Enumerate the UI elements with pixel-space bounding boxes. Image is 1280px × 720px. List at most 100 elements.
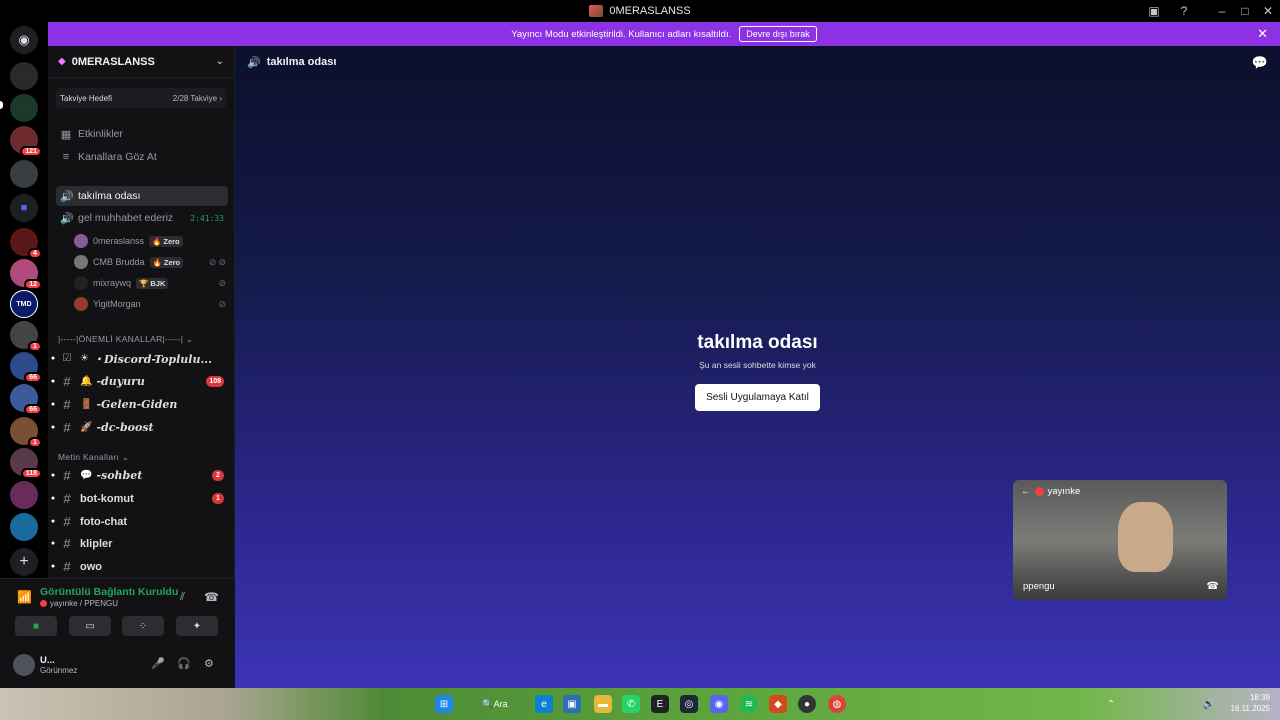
rules-icon: ☑ bbox=[62, 353, 72, 364]
inbox-icon[interactable]: ▣ bbox=[1146, 3, 1162, 19]
server-icon[interactable]: 118 bbox=[10, 448, 42, 479]
phone-hangup-icon[interactable]: ☎ bbox=[1207, 581, 1219, 592]
server-icon[interactable] bbox=[10, 160, 38, 188]
camera-button[interactable]: ■ bbox=[15, 616, 57, 636]
user-status: Görünmez bbox=[40, 666, 78, 675]
chevron-up-icon[interactable]: ⌃ bbox=[1102, 695, 1120, 713]
live-indicator-icon bbox=[1034, 487, 1044, 496]
streamer-video bbox=[1118, 502, 1173, 572]
voice-user[interactable]: mixraywq 🏆 BJK ⊘ bbox=[74, 273, 228, 293]
server-icon[interactable] bbox=[10, 94, 38, 122]
disable-streamer-mode-button[interactable]: Devre dışı bırak bbox=[739, 26, 817, 42]
server-icon[interactable]: 4 bbox=[10, 228, 42, 259]
microphone-icon[interactable]: 🎤 bbox=[151, 657, 165, 670]
headphones-icon[interactable]: 🎧 bbox=[177, 657, 191, 670]
user-tag: 🔥 Zero bbox=[149, 235, 183, 247]
taskbar-clock[interactable]: 18:39 16.11.2025 bbox=[1231, 692, 1270, 714]
join-voice-button[interactable]: Sesli Uygulamaya Katıl bbox=[695, 384, 820, 411]
channel-foto-chat[interactable]: ● # foto-chat bbox=[48, 511, 234, 532]
calendar-icon: ▦ bbox=[60, 128, 72, 141]
username[interactable]: U... bbox=[40, 655, 55, 666]
noise-suppression-icon[interactable]: ⫽ bbox=[180, 591, 185, 604]
mention-badge: 108 bbox=[206, 376, 224, 387]
boost-goal-bar[interactable]: Takviye Hedefi 2/28 Takviye › bbox=[56, 88, 226, 108]
channel-sohbet[interactable]: ● # 💬 -sohbet 2 bbox=[48, 465, 234, 486]
server-app-icon bbox=[589, 5, 604, 17]
server-icon[interactable] bbox=[10, 62, 38, 90]
screen-share-button[interactable]: ▭ bbox=[69, 616, 111, 636]
server-icon[interactable]: 66 bbox=[10, 384, 42, 415]
file-explorer-icon[interactable]: ▬ bbox=[594, 695, 612, 713]
events-link[interactable]: ▦ Etkinlikler bbox=[56, 124, 228, 144]
discord-taskbar-icon[interactable]: ◉ bbox=[710, 695, 728, 713]
user-panel: U... Görünmez 🎤 🎧 ⚙ bbox=[0, 646, 235, 688]
minimize-button[interactable]: – bbox=[1214, 3, 1230, 19]
server-icon[interactable]: 66 bbox=[10, 352, 42, 383]
voice-user[interactable]: YigitMorgan ⊘ bbox=[74, 294, 228, 314]
gear-icon[interactable]: ⚙ bbox=[204, 657, 214, 670]
game-launcher-icon[interactable]: ◆ bbox=[769, 695, 787, 713]
taskbar-search[interactable]: 🔍 Ara bbox=[478, 695, 512, 713]
category-text-channels[interactable]: Metin Kanalları ⌄ bbox=[58, 452, 129, 463]
close-icon[interactable]: ✕ bbox=[1257, 26, 1268, 42]
server-icon[interactable]: 1 bbox=[10, 321, 42, 352]
browse-channels-link[interactable]: ≡ Kanallara Göz At bbox=[56, 147, 228, 167]
disconnect-icon[interactable]: ☎ bbox=[204, 590, 219, 604]
picture-in-picture-stream[interactable]: ← yayınke ppengu ☎ bbox=[1013, 480, 1227, 600]
avatar[interactable] bbox=[13, 654, 35, 676]
voice-channel-gel-muhhabet[interactable]: 🔊 gel muhhabet ederiz 2:41:33 bbox=[56, 208, 228, 228]
user-tag: 🔥 Zero bbox=[149, 256, 184, 268]
unread-dot: ● bbox=[50, 495, 56, 502]
voice-channel-takilma-odasi[interactable]: 🔊 takılma odası bbox=[56, 186, 228, 206]
server-icon[interactable]: 121 bbox=[10, 126, 42, 157]
channel-discord-toplulugu[interactable]: ● ☑ ☀ ・Discord-Toplulu... bbox=[48, 348, 234, 369]
arrow-left-icon[interactable]: ← bbox=[1021, 486, 1031, 497]
server-icon-tmd[interactable]: TMD bbox=[10, 290, 38, 318]
store-icon[interactable]: ▣ bbox=[563, 695, 581, 713]
boost-goal-value: 2/28 Takviye › bbox=[172, 93, 222, 103]
spotify-icon[interactable]: ≋ bbox=[740, 695, 758, 713]
folder-button[interactable]: ■ bbox=[10, 194, 38, 222]
channel-bot-komut[interactable]: ● # bot-komut 1 bbox=[48, 488, 234, 509]
chat-bubble-icon[interactable]: 💬 bbox=[1252, 55, 1268, 71]
channel-header: 🔊 takılma odası bbox=[235, 46, 1280, 78]
avatar bbox=[74, 255, 88, 269]
channel-klipler[interactable]: ● # klipler bbox=[48, 533, 234, 554]
chrome-icon[interactable]: ◍ bbox=[828, 695, 846, 713]
help-icon[interactable]: ? bbox=[1176, 3, 1192, 19]
maximize-button[interactable]: □ bbox=[1237, 3, 1253, 19]
mention-badge: 66 bbox=[24, 404, 42, 415]
server-icon[interactable] bbox=[10, 513, 38, 541]
connection-status[interactable]: Görüntülü Bağlantı Kuruldu bbox=[40, 586, 178, 598]
server-icon[interactable]: 12 bbox=[10, 259, 42, 290]
unread-dot: ● bbox=[50, 424, 56, 431]
add-server-button[interactable]: + bbox=[10, 548, 38, 576]
voice-user[interactable]: 0meraslanss 🔥 Zero bbox=[74, 231, 228, 251]
channel-dc-boost[interactable]: ● # 🚀 -dc-boost bbox=[48, 417, 234, 438]
volume-icon[interactable]: 🔊 bbox=[1200, 695, 1218, 713]
soundboard-button[interactable]: ✦ bbox=[176, 616, 218, 636]
voice-user[interactable]: CMB Brudda 🔥 Zero ⊘⊘ bbox=[74, 252, 228, 272]
unread-pip bbox=[0, 101, 3, 109]
steam-icon[interactable]: ◎ bbox=[680, 695, 698, 713]
server-header[interactable]: ◆ 0MERASLANSS ⌄ bbox=[48, 46, 234, 78]
channel-duyuru[interactable]: ● # 🔔 -duyuru 108 bbox=[48, 371, 234, 392]
epic-games-icon[interactable]: E bbox=[651, 695, 669, 713]
discord-home-button[interactable]: ◉ bbox=[10, 26, 38, 54]
server-icon[interactable] bbox=[10, 481, 38, 509]
obs-icon[interactable]: ● bbox=[798, 695, 816, 713]
window-title: 0MERASLANSS bbox=[589, 5, 691, 17]
signal-icon: 📶 bbox=[17, 590, 32, 604]
edge-icon[interactable]: e bbox=[535, 695, 553, 713]
server-icon[interactable]: 1 bbox=[10, 417, 42, 448]
channel-owo[interactable]: ● # owo bbox=[48, 556, 234, 577]
category-important[interactable]: |-----|ÖNEMLİ KANALLAR|-----| ⌄ bbox=[58, 334, 193, 345]
mention-badge: 1 bbox=[28, 341, 42, 352]
whatsapp-icon[interactable]: ✆ bbox=[622, 695, 640, 713]
windows-start-icon[interactable]: ⊞ bbox=[435, 695, 453, 713]
activities-button[interactable]: ⁘ bbox=[122, 616, 164, 636]
channel-gelen-giden[interactable]: ● # 🚪 -Gelen-Giden bbox=[48, 394, 234, 415]
mention-badge: 66 bbox=[24, 372, 42, 383]
close-window-button[interactable]: ✕ bbox=[1260, 3, 1276, 19]
hash-icon: # bbox=[63, 559, 71, 574]
